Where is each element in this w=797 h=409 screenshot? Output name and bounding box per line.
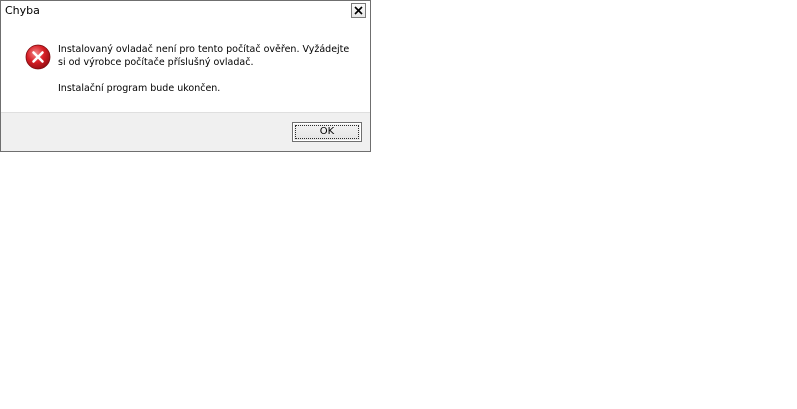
dialog-titlebar[interactable]: Chyba — [1, 1, 370, 21]
ok-button[interactable]: OK — [292, 122, 362, 142]
dialog-content: Instalovaný ovladač není pro tento počít… — [1, 21, 370, 112]
error-dialog: Chyba Instalovaný ovladač není pro tento… — [0, 0, 371, 152]
message-line-1: Instalovaný ovladač není pro tento počít… — [58, 44, 350, 68]
message-text: Instalovaný ovladač není pro tento počít… — [58, 43, 358, 95]
close-button[interactable] — [351, 3, 366, 18]
dialog-title: Chyba — [5, 4, 40, 17]
error-icon — [25, 44, 51, 70]
message-line-2: Instalační program bude ukončen. — [58, 83, 221, 94]
dialog-footer: OK — [1, 112, 370, 151]
close-icon — [354, 6, 363, 15]
